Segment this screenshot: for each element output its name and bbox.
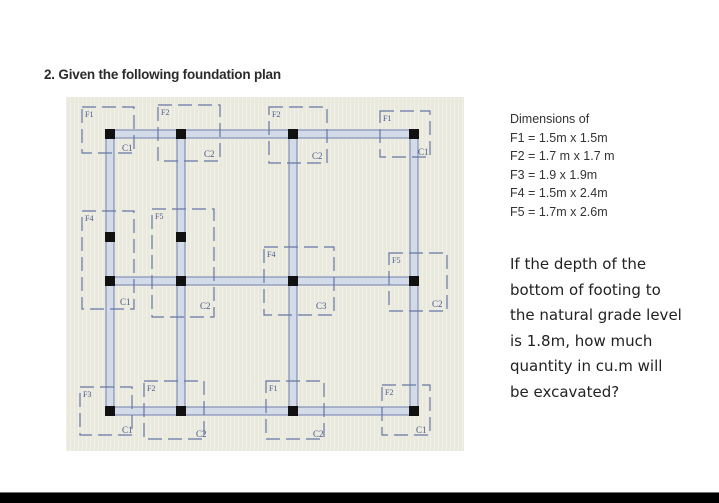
column-label: C2 <box>432 299 443 309</box>
grade-beam-horizontal <box>105 276 419 286</box>
column-square <box>176 232 186 242</box>
foundation-plan-drawing: F1 F2 F2 F1 F4 F5 F4 F5 F3 F2 F1 F2 C1 C2 C2 C1 C1 C2 C3 C2… <box>79 104 448 440</box>
footing-label: F2 <box>161 108 169 117</box>
grade-beam-vertical <box>288 129 298 416</box>
question-line: quantity in cu.m will <box>510 357 663 375</box>
footing-label: F2 <box>147 384 155 393</box>
column-square <box>176 276 186 286</box>
footing-label: F4 <box>85 214 93 223</box>
grade-beam-vertical <box>105 129 115 416</box>
column-label: C2 <box>313 429 324 439</box>
footing-label: F4 <box>267 250 275 259</box>
column-label: C3 <box>316 301 327 311</box>
dimensions-block: Dimensions of F1 = 1.5m x 1.5m F2 = 1.7 … <box>510 110 615 222</box>
column-square <box>288 406 298 416</box>
question-line: bottom of footing to <box>510 280 661 299</box>
column-square <box>176 129 186 139</box>
grade-beam-vertical <box>409 129 419 416</box>
column-label: C1 <box>122 143 133 153</box>
column-square <box>409 129 419 139</box>
footing-label: F1 <box>269 384 277 393</box>
dimension-f1: F1 = 1.5m x 1.5m <box>510 130 608 145</box>
dimensions-heading: Dimensions of <box>510 112 590 126</box>
footing-label: F2 <box>272 110 280 119</box>
question-text: If the depth of the bottom of footing to… <box>510 252 715 405</box>
column-label: C1 <box>418 147 429 157</box>
column-square <box>288 276 298 286</box>
question-title: 2. Given the following foundation plan <box>44 67 281 82</box>
column-label: C2 <box>200 301 211 311</box>
footing-label: F5 <box>392 256 400 265</box>
column-label: C1 <box>120 297 131 307</box>
dimension-f4: F4 = 1.5m x 2.4m <box>510 186 608 201</box>
column-square <box>105 276 115 286</box>
question-line: If the depth of the <box>510 255 647 273</box>
column-square <box>105 232 115 242</box>
dimension-f3: F3 = 1.9 x 1.9m <box>510 167 598 182</box>
column-square <box>288 129 298 139</box>
column-square <box>105 406 115 416</box>
column-label: C1 <box>416 425 427 435</box>
question-line: be excavated? <box>510 382 620 401</box>
bottom-bar <box>0 493 719 503</box>
footing-outlines: F1 F2 F2 F1 F4 F5 F4 F5 F3 F2 F1 F2 C1 C2 C2 C1 C1 C2 C3 C2… <box>79 104 448 440</box>
column-square <box>105 129 115 139</box>
footing-label: F2 <box>385 388 393 397</box>
grade-beam-vertical <box>176 129 186 416</box>
question-line: is 1.8m, how much <box>510 331 653 350</box>
columns <box>105 129 419 416</box>
dimension-f2: F2 = 1.7 m x 1.7 m <box>510 149 615 164</box>
question-line: the natural grade level <box>510 306 682 324</box>
column-label: C2 <box>196 429 207 439</box>
dimension-f5: F5 = 1.7m x 2.6m <box>510 204 608 219</box>
grade-beam-horizontal <box>105 129 419 139</box>
footing-label: F1 <box>85 110 93 119</box>
footing-label: F1 <box>383 114 391 123</box>
column-label: C1 <box>122 425 133 435</box>
foundation-plan: F1 F2 F2 F1 F4 F5 F4 F5 F3 F2 F1 F2 C1 C2 C2 C1 C1 C2 C3 C2… <box>66 97 464 451</box>
column-square <box>409 406 419 416</box>
grade-beams <box>105 129 419 416</box>
column-square <box>409 276 419 286</box>
column-square <box>176 406 186 416</box>
grade-beam-horizontal <box>105 406 419 416</box>
footing-label: F3 <box>83 390 91 399</box>
column-label: C2 <box>204 149 215 159</box>
column-label: C2 <box>312 151 323 161</box>
footing-label: F5 <box>155 212 163 221</box>
